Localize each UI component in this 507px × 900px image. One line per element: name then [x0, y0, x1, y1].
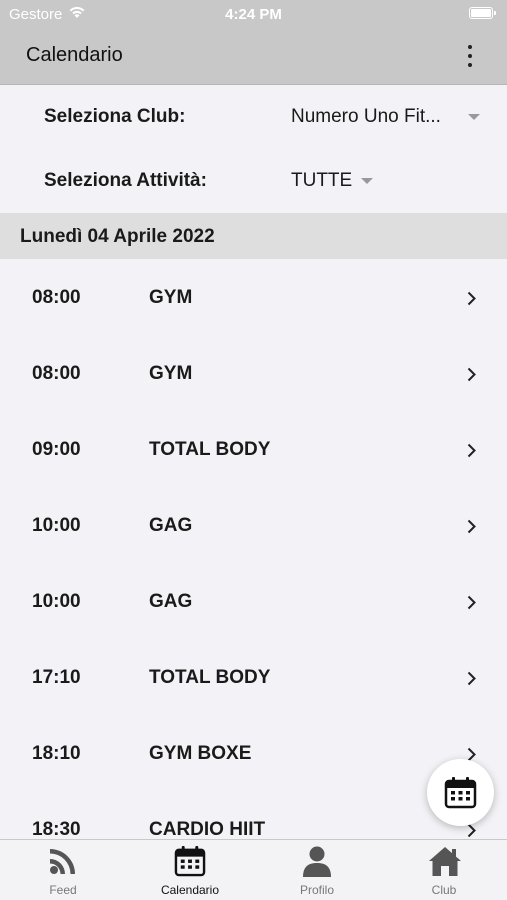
class-row[interactable]: 09:00 TOTAL BODY: [0, 411, 507, 487]
tab-profilo-label: Profilo: [299, 883, 334, 897]
class-activity: GYM BOXE: [149, 743, 252, 764]
class-time: 10:00: [32, 591, 81, 612]
chevron-right-icon: [467, 595, 476, 615]
dropdown-arrow-icon[interactable]: [361, 178, 373, 184]
app-bar: Calendario: [0, 30, 507, 85]
home-icon: [429, 847, 461, 876]
class-list: 08:00 GYM 08:00 GYM 09:00 TOTAL BODY 10:…: [0, 259, 507, 839]
class-row[interactable]: 17:10 TOTAL BODY: [0, 639, 507, 715]
chevron-right-icon: [467, 671, 476, 691]
chevron-right-icon: [467, 291, 476, 311]
club-filter: Seleziona Club: Numero Uno Fit...: [0, 86, 507, 150]
class-row[interactable]: 08:00 GYM: [0, 335, 507, 411]
class-activity: GYM: [149, 363, 193, 384]
class-activity: CARDIO HIIT: [149, 819, 266, 839]
activity-filter-label: Seleziona Attività:: [44, 170, 207, 191]
class-activity: TOTAL BODY: [149, 667, 271, 688]
activity-select[interactable]: TUTTE: [291, 170, 352, 192]
tab-club-label: Club: [431, 883, 457, 897]
dropdown-arrow-icon[interactable]: [468, 114, 480, 120]
tab-feed-label: Feed: [49, 883, 77, 897]
calendar-fab-button[interactable]: [427, 759, 494, 826]
clock: 4:24 PM: [225, 6, 282, 23]
class-activity: GAG: [149, 591, 193, 612]
class-row[interactable]: 10:00 GAG: [0, 487, 507, 563]
class-time: 10:00: [32, 515, 81, 536]
class-time: 08:00: [32, 363, 81, 384]
chevron-right-icon: [467, 443, 476, 463]
class-activity: GYM: [149, 287, 193, 308]
class-activity: TOTAL BODY: [149, 439, 271, 460]
activity-filter: Seleziona Attività: TUTTE: [0, 150, 507, 214]
tab-club[interactable]: Club: [381, 840, 507, 900]
club-filter-label: Seleziona Club:: [44, 106, 186, 127]
class-row[interactable]: 08:00 GYM: [0, 259, 507, 335]
class-time: 09:00: [32, 439, 81, 460]
class-activity: GAG: [149, 515, 193, 536]
page-title: Calendario: [26, 44, 123, 66]
tab-calendario[interactable]: Calendario: [127, 840, 253, 900]
club-select[interactable]: Numero Uno Fit...: [291, 106, 441, 128]
chevron-right-icon: [467, 823, 476, 839]
chevron-right-icon: [467, 367, 476, 387]
class-row[interactable]: 10:00 GAG: [0, 563, 507, 639]
battery-icon: [469, 7, 496, 19]
class-time: 18:10: [32, 743, 81, 764]
date-header-text: Lunedì 04 Aprile 2022: [20, 226, 215, 247]
date-header: Lunedì 04 Aprile 2022: [0, 213, 507, 259]
status-bar: Gestore 4:24 PM: [0, 0, 507, 30]
calendar-icon: [174, 845, 206, 877]
tab-profilo[interactable]: Profilo: [254, 840, 380, 900]
more-vert-icon[interactable]: [463, 42, 477, 72]
person-icon: [303, 846, 331, 877]
chevron-right-icon: [467, 519, 476, 539]
tab-feed[interactable]: Feed: [0, 840, 126, 900]
calendar-icon: [444, 777, 477, 809]
class-time: 18:30: [32, 819, 81, 839]
class-time: 08:00: [32, 287, 81, 308]
rss-icon: [50, 849, 75, 874]
class-time: 17:10: [32, 667, 81, 688]
tab-bar: Feed Calendario Profilo Club: [0, 839, 507, 900]
tab-calendario-label: Calendario: [160, 883, 220, 897]
